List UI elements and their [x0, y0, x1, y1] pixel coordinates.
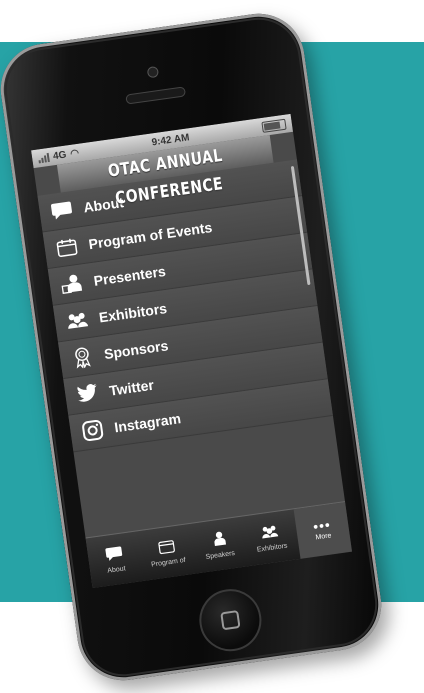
status-left: 4G ◠: [38, 147, 80, 164]
tab-about[interactable]: About: [86, 531, 145, 588]
status-time: 9:42 AM: [150, 131, 191, 148]
carrier-label: 4G: [52, 149, 68, 162]
ribbon-icon: [69, 345, 96, 370]
signal-icon: [38, 152, 50, 163]
calendar-icon: [54, 235, 81, 260]
menu-item-label: Sponsors: [103, 337, 170, 363]
presenter-icon: [59, 271, 86, 296]
calendar-icon: [155, 537, 177, 558]
presenter-icon: [207, 530, 229, 551]
battery-icon: [261, 118, 287, 133]
twitter-icon: [74, 381, 101, 406]
menu-item-label: Twitter: [108, 376, 155, 399]
tab-label: Speakers: [205, 549, 236, 561]
menu-item-label: Presenters: [92, 262, 167, 289]
wifi-icon: ◠: [69, 147, 80, 160]
speech-bubble-icon: [103, 544, 125, 565]
tab-speakers[interactable]: Speakers: [189, 517, 248, 574]
tab-label: Program of: [150, 556, 187, 569]
more-dots-icon: •••: [312, 516, 332, 535]
tab-label: Exhibitors: [256, 542, 288, 554]
group-icon: [259, 523, 281, 544]
menu-item-label: Instagram: [113, 410, 182, 436]
tab-label: About: [106, 565, 127, 575]
menu-item-label: Exhibitors: [97, 300, 168, 326]
tab-label: More: [315, 532, 332, 542]
group-icon: [64, 308, 91, 333]
menu-item-label: Program of Events: [87, 218, 214, 253]
home-square-icon: [220, 610, 241, 631]
speech-bubble-icon: [48, 198, 75, 223]
instagram-icon: [79, 418, 106, 443]
tab-exhibitors[interactable]: Exhibitors: [241, 509, 300, 566]
tab-program[interactable]: Program of: [138, 524, 197, 581]
tab-more[interactable]: ••• More: [293, 502, 353, 559]
